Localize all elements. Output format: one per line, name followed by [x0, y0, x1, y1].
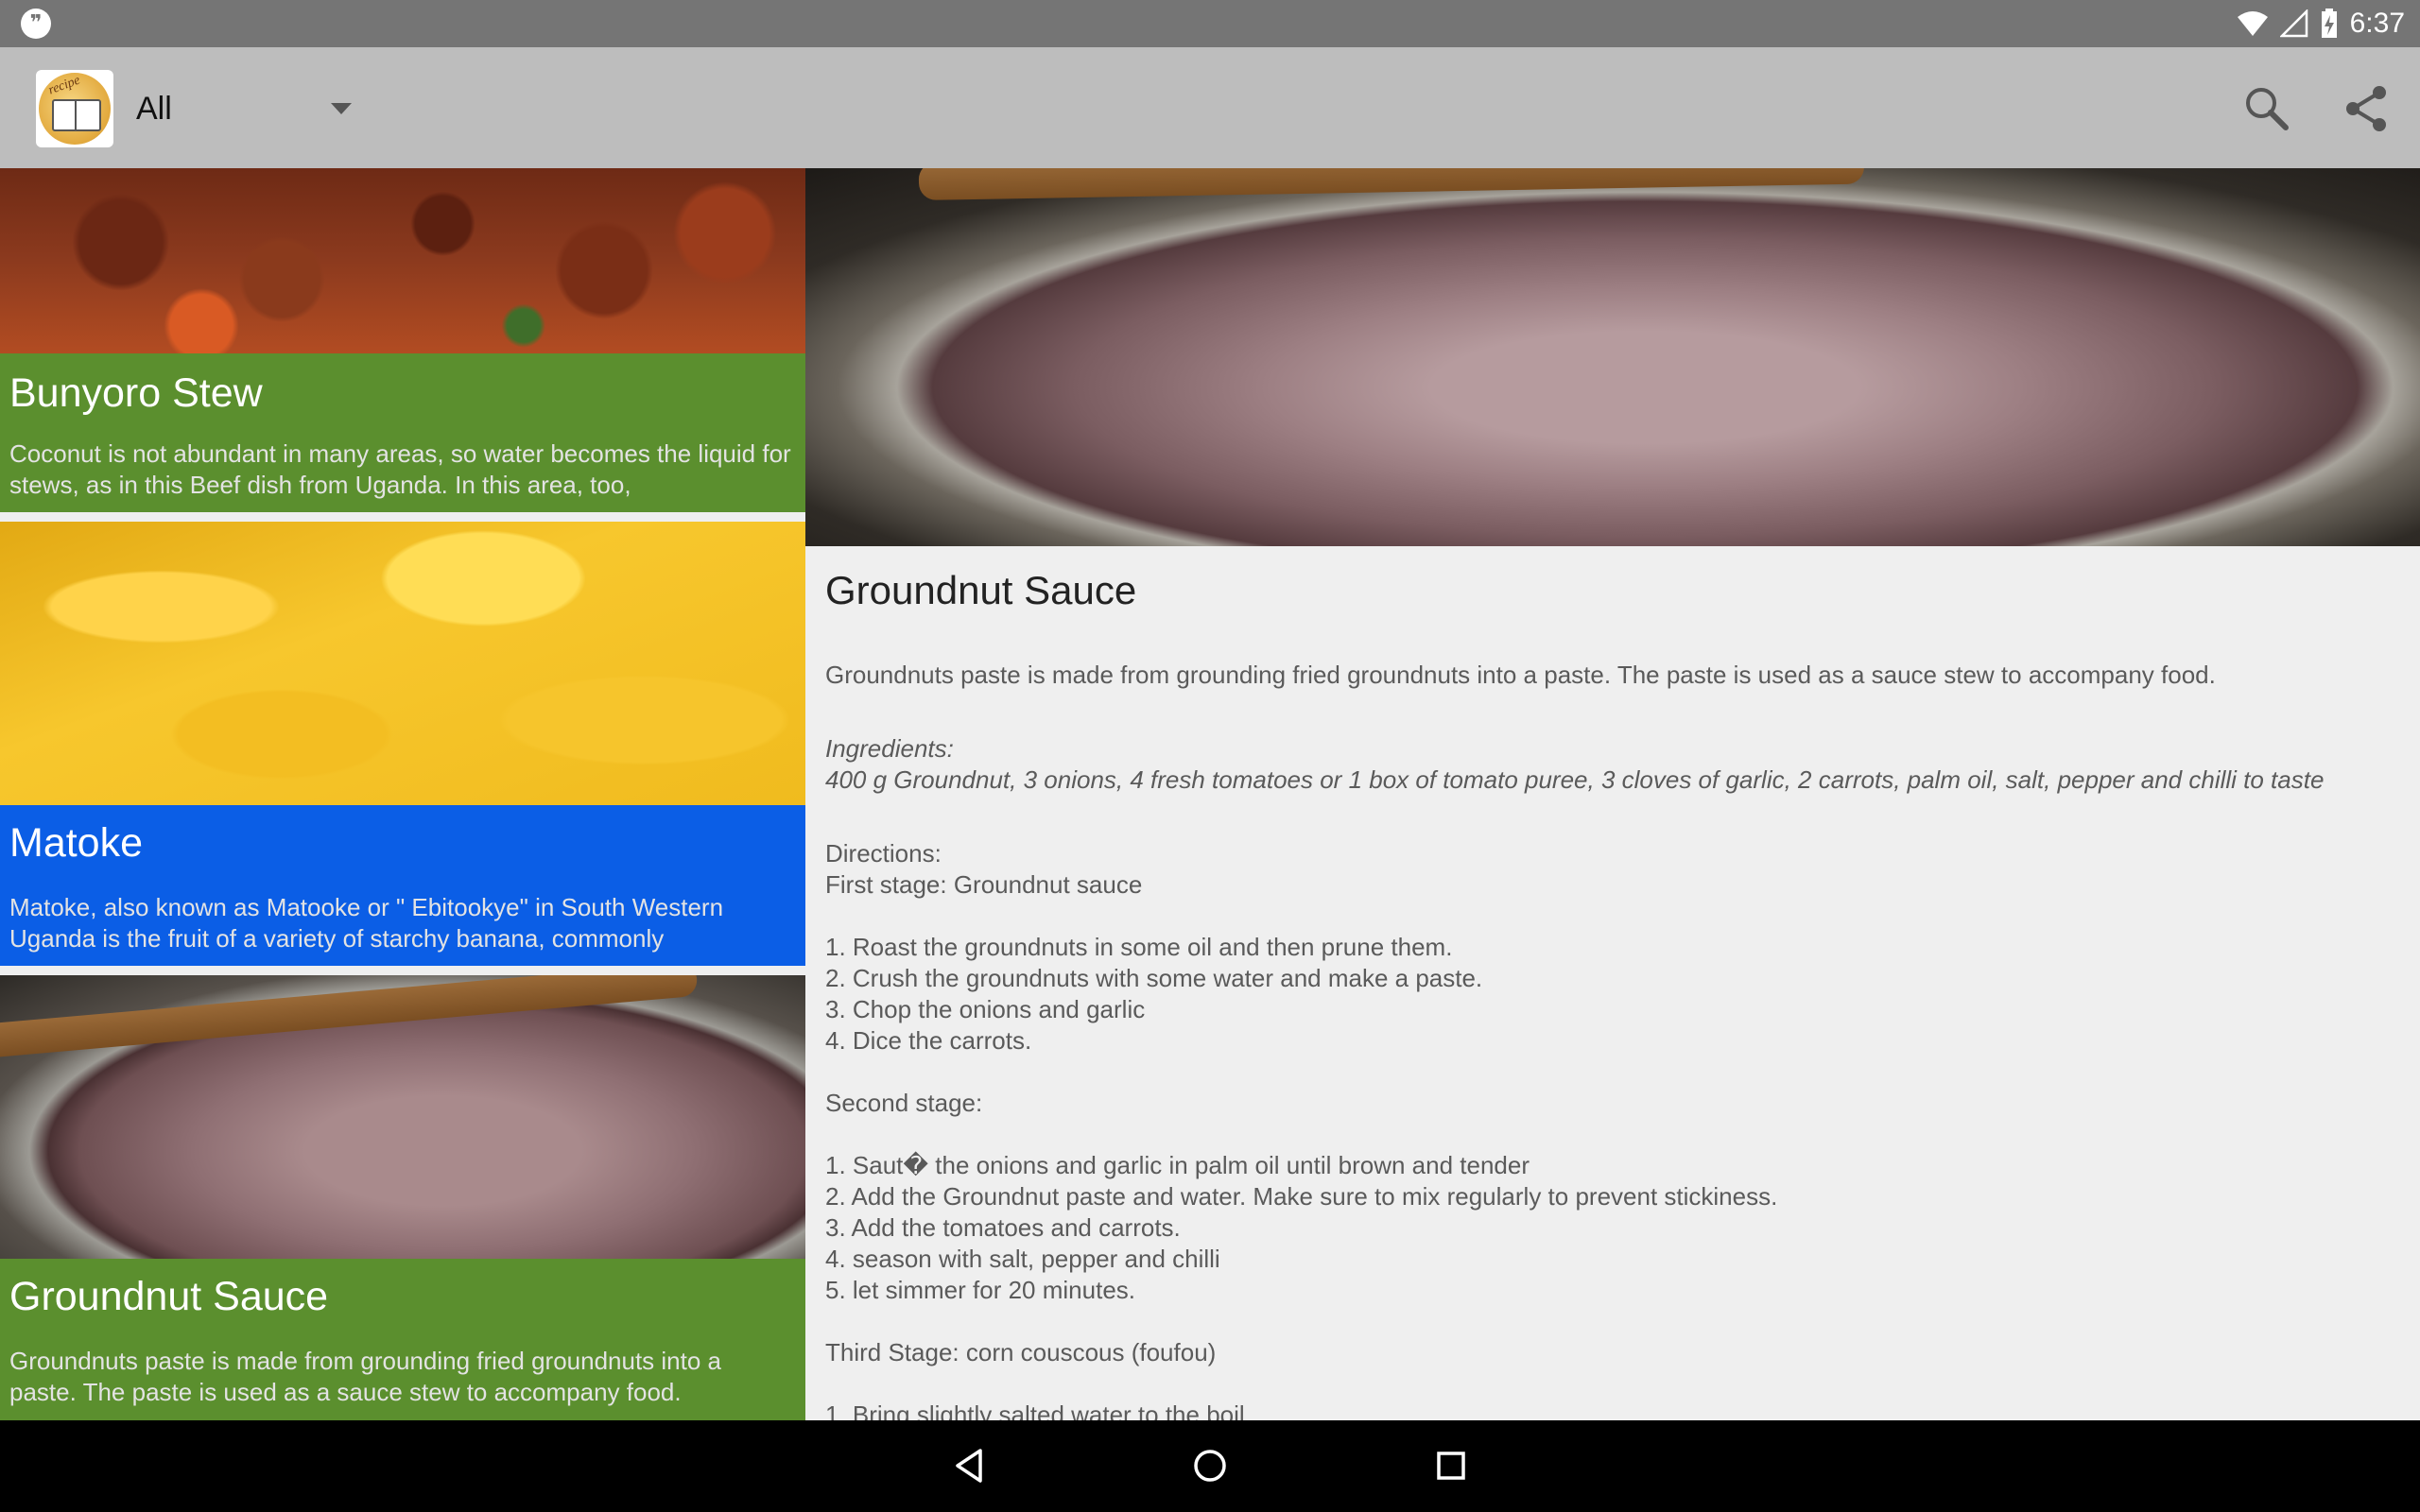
- recipe-detail-body: Groundnuts paste is made from grounding …: [825, 660, 2413, 1420]
- recipe-intro: Groundnuts paste is made from grounding …: [825, 661, 2216, 689]
- direction-step: 1. Roast the groundnuts in some oil and …: [825, 933, 1453, 961]
- stage-3-label: Third Stage: corn couscous (foufou): [825, 1338, 1217, 1366]
- recipe-card-matoke[interactable]: Matoke Matoke, also known as Matooke or …: [0, 522, 805, 966]
- category-filter-dropdown[interactable]: All: [136, 76, 354, 142]
- recipe-card-groundnut-sauce[interactable]: Groundnut Sauce Groundnuts paste is made…: [0, 975, 805, 1420]
- app-bar: recipe All: [0, 47, 2420, 168]
- recipe-card-panel: Bunyoro Stew Coconut is not abundant in …: [0, 353, 805, 512]
- recipe-image-groundnut-sauce: [0, 975, 805, 1259]
- share-icon: [2346, 86, 2386, 131]
- direction-step: 4. season with salt, pepper and chilli: [825, 1245, 1220, 1273]
- ingredients-text: 400 g Groundnut, 3 onions, 4 fresh tomat…: [825, 765, 2325, 794]
- recipe-title: Matoke: [9, 820, 144, 866]
- direction-step: 4. Dice the carrots.: [825, 1026, 1032, 1055]
- direction-step: 5. let simmer for 20 minutes.: [825, 1276, 1135, 1304]
- recipe-detail-pane[interactable]: Groundnut Sauce Groundnuts paste is made…: [805, 168, 2420, 1420]
- search-icon: [2246, 88, 2289, 130]
- signal-icon: [2279, 9, 2308, 38]
- recipe-summary: Groundnuts paste is made from grounding …: [9, 1347, 722, 1406]
- category-filter-value: All: [136, 90, 172, 127]
- direction-step: 1. Saut� the onions and garlic in palm o…: [825, 1151, 1530, 1179]
- dropdown-arrow-icon: [331, 103, 352, 114]
- navigation-bar: [0, 1420, 2420, 1512]
- recipe-image-bunyoro-stew: [0, 168, 805, 353]
- back-icon: [956, 1449, 982, 1483]
- app-logo: recipe: [36, 70, 113, 147]
- recipe-detail-title: Groundnut Sauce: [825, 568, 1137, 612]
- recipe-title: Bunyoro Stew: [9, 370, 263, 416]
- home-button[interactable]: [1182, 1437, 1238, 1494]
- recipe-card-panel: Groundnut Sauce Groundnuts paste is made…: [0, 1259, 805, 1420]
- recipe-summary: Matoke, also known as Matooke or " Ebito…: [9, 893, 724, 953]
- ingredients-label: Ingredients:: [825, 734, 954, 763]
- stage-2-label: Second stage:: [825, 1089, 983, 1117]
- recipe-image-matoke: [0, 522, 805, 805]
- recipe-hero-image: [805, 168, 2420, 546]
- direction-step: 1. Bring slightly salted water to the bo…: [825, 1400, 1245, 1420]
- hangouts-icon: ❞: [21, 9, 51, 39]
- recipe-summary: Coconut is not abundant in many areas, s…: [9, 439, 791, 499]
- direction-step: 3. Add the tomatoes and carrots.: [825, 1213, 1181, 1242]
- recipe-list[interactable]: Bunyoro Stew Coconut is not abundant in …: [0, 168, 805, 1420]
- stage-1-label: First stage: Groundnut sauce: [825, 870, 1143, 899]
- battery-charging-icon: [2321, 9, 2337, 38]
- recipe-title: Groundnut Sauce: [9, 1274, 329, 1319]
- directions-label: Directions:: [825, 839, 942, 868]
- recents-icon: [1437, 1452, 1465, 1480]
- status-bar: ❞ 6:37: [0, 0, 2420, 47]
- home-icon: [1194, 1450, 1226, 1482]
- back-button[interactable]: [941, 1437, 997, 1494]
- direction-step: 2. Add the Groundnut paste and water. Ma…: [825, 1182, 1778, 1211]
- recipe-card-bunyoro-stew[interactable]: Bunyoro Stew Coconut is not abundant in …: [0, 168, 805, 512]
- recents-button[interactable]: [1423, 1437, 1479, 1494]
- share-button[interactable]: [2333, 76, 2399, 142]
- recipe-card-panel: Matoke Matoke, also known as Matooke or …: [0, 805, 805, 966]
- clock: 6:37: [2349, 8, 2405, 39]
- wifi-icon: [2237, 11, 2268, 36]
- direction-step: 3. Chop the onions and garlic: [825, 995, 1146, 1023]
- direction-step: 2. Crush the groundnuts with some water …: [825, 964, 1483, 992]
- search-button[interactable]: [2234, 76, 2300, 142]
